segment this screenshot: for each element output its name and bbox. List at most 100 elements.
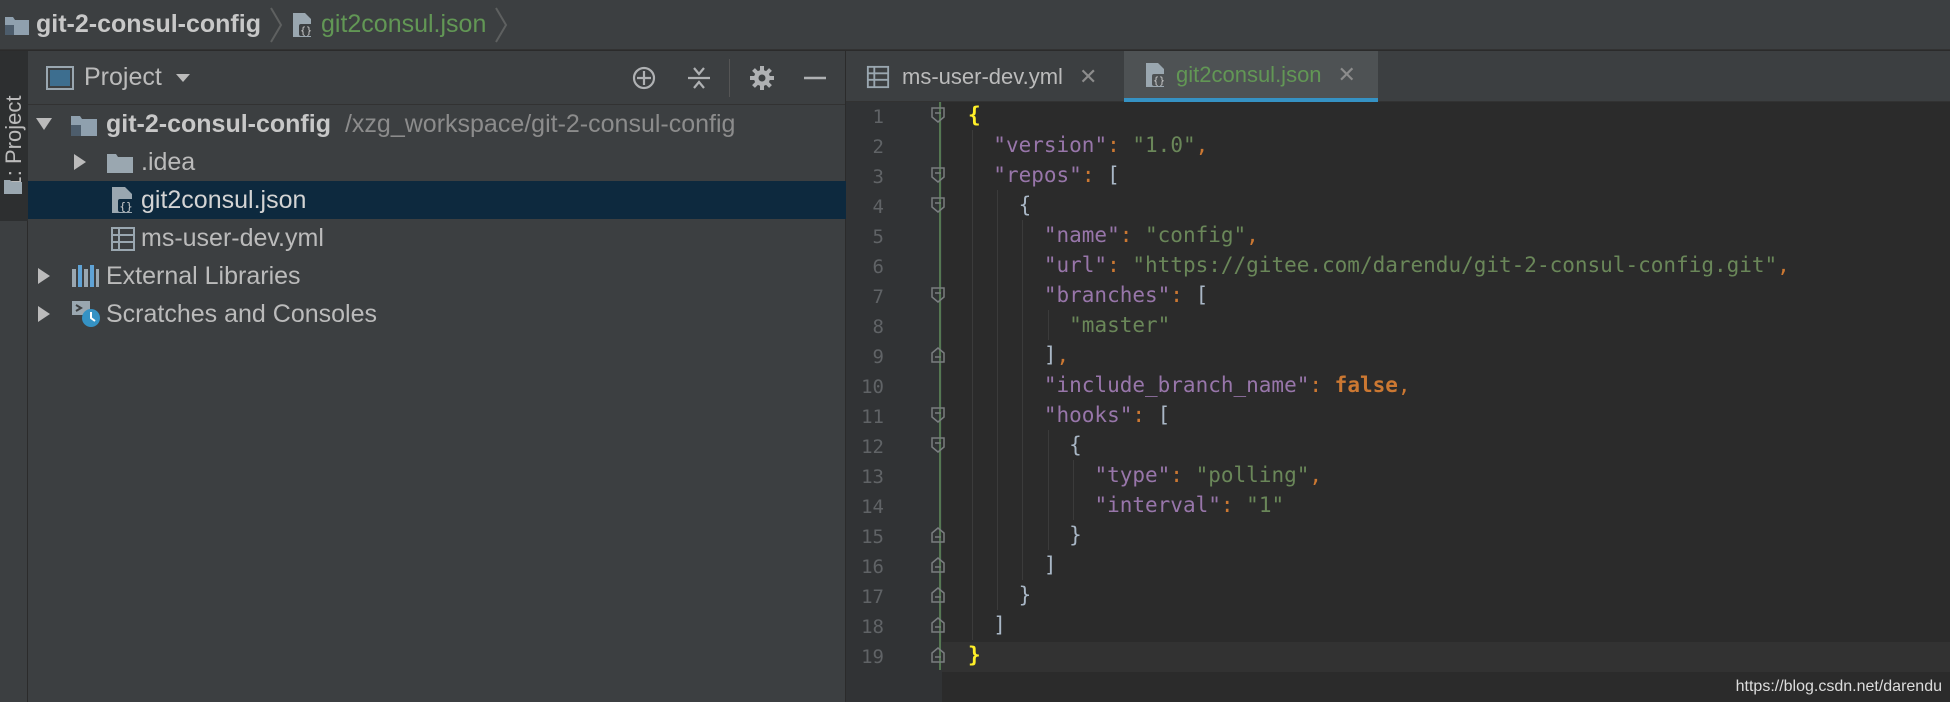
- fold-open-icon[interactable]: [930, 436, 946, 454]
- code-line: "interval": "1": [968, 490, 1284, 520]
- project-panel: Project git-2-consul-config /xzg_workspa…: [28, 51, 846, 702]
- tree-item-scratches[interactable]: Scratches and Consoles: [28, 295, 846, 333]
- tab-git2consul-json[interactable]: {} git2consul.json ✕: [1124, 51, 1378, 102]
- breadcrumb-separator-icon: [270, 6, 283, 43]
- code-token: "include_branch_name": [1043, 373, 1310, 397]
- fold-open-icon[interactable]: [930, 286, 946, 304]
- tab-label: ms-user-dev.yml: [902, 63, 1063, 89]
- project-tool-window-button[interactable]: 1: Project: [0, 51, 28, 221]
- libraries-icon: [72, 265, 99, 287]
- line-number: 15: [861, 526, 884, 548]
- code-line: "version": "1.0",: [968, 130, 1208, 160]
- crosshair-icon: [632, 66, 656, 90]
- code-token: ,: [1246, 223, 1259, 247]
- tree-item-ms-user-dev-yml[interactable]: ms-user-dev.yml: [28, 219, 846, 257]
- collapse-all-icon: [688, 67, 710, 89]
- hide-panel-button[interactable]: [799, 62, 831, 94]
- line-number: 3: [872, 166, 884, 188]
- line-number: 7: [872, 286, 884, 308]
- fold-close-icon[interactable]: [930, 586, 946, 604]
- breadcrumb-separator-icon: [495, 6, 508, 43]
- line-number: 19: [861, 646, 884, 668]
- collapsed-arrow-icon[interactable]: [38, 268, 50, 284]
- ide-window: git-2-consul-config {} git2consul.json 1…: [0, 0, 1950, 702]
- code-token: {: [1069, 433, 1082, 457]
- line-number-gutter: [846, 102, 942, 702]
- code-token: ,: [1056, 343, 1070, 367]
- code-line: ]: [968, 550, 1057, 580]
- expand-arrow-icon[interactable]: [36, 118, 52, 130]
- code-token: "1.0": [1132, 133, 1196, 157]
- fold-close-icon[interactable]: [930, 346, 946, 364]
- line-number: 10: [861, 376, 884, 398]
- code-line: "branches": [: [968, 280, 1208, 310]
- tree-item-git2consul-json[interactable]: {} git2consul.json: [28, 181, 846, 219]
- code-token: "interval": [1094, 493, 1221, 517]
- tree-item-project-root[interactable]: git-2-consul-config/xzg_workspace/git-2-…: [28, 105, 846, 143]
- code-token: }: [968, 643, 981, 667]
- chevron-down-icon[interactable]: [175, 73, 190, 82]
- breadcrumb-item-project[interactable]: git-2-consul-config: [4, 0, 261, 49]
- fold-close-icon[interactable]: [930, 526, 946, 544]
- tab-ms-user-dev-yml[interactable]: ms-user-dev.yml ✕: [846, 51, 1124, 102]
- tree-item-label: .idea: [141, 147, 196, 176]
- code-token: :: [1107, 133, 1133, 157]
- fold-close-icon[interactable]: [930, 646, 946, 664]
- collapse-all-button[interactable]: [683, 62, 715, 94]
- code-editor[interactable]: 1 2 3 4 5 6 7 8 9 10 11 12 13 14 15 16 17 18 19 { "version…: [846, 102, 1950, 702]
- code-token: :: [1220, 493, 1247, 517]
- fold-open-icon[interactable]: [930, 406, 946, 424]
- project-tree: git-2-consul-config/xzg_workspace/git-2-…: [28, 105, 846, 333]
- line-number: 14: [861, 496, 884, 518]
- line-number: 18: [861, 616, 884, 638]
- json-file-icon: {}: [1146, 62, 1166, 87]
- code-token: "repos": [993, 163, 1082, 187]
- project-panel-toolbar: Project: [28, 51, 845, 105]
- code-line: "hooks": [: [968, 400, 1170, 430]
- settings-button[interactable]: [746, 62, 778, 94]
- line-number: 12: [861, 436, 884, 458]
- tree-item-label: Scratches and Consoles: [106, 299, 377, 328]
- project-view-selector[interactable]: Project: [84, 63, 162, 92]
- current-line-highlight: [942, 642, 1950, 672]
- gear-icon: [750, 66, 774, 90]
- fold-close-icon[interactable]: [930, 616, 946, 634]
- code-token: "branches": [1043, 283, 1171, 307]
- code-token: :: [1107, 253, 1133, 277]
- tree-item-external-libraries[interactable]: External Libraries: [28, 257, 846, 295]
- code-token: "config": [1145, 223, 1247, 247]
- code-token: "master": [1069, 313, 1171, 337]
- collapsed-arrow-icon[interactable]: [74, 154, 86, 170]
- fold-open-icon[interactable]: [930, 166, 946, 184]
- locate-file-button[interactable]: [628, 62, 660, 94]
- tree-item-idea[interactable]: .idea: [28, 143, 846, 181]
- code-token: ,: [1309, 463, 1323, 487]
- code-token: "polling": [1195, 463, 1310, 487]
- line-number: 9: [872, 346, 884, 368]
- fold-open-icon[interactable]: [930, 196, 946, 214]
- close-icon[interactable]: ✕: [1338, 62, 1356, 88]
- code-token: {: [1018, 193, 1032, 217]
- project-view-icon: [46, 65, 74, 90]
- code-line: }: [968, 520, 1082, 550]
- yaml-file-icon: [111, 227, 135, 251]
- code-token: "url": [1043, 253, 1108, 277]
- breadcrumb-project-label: git-2-consul-config: [36, 10, 261, 38]
- close-icon[interactable]: ✕: [1079, 64, 1097, 90]
- line-number: 4: [872, 196, 884, 218]
- breadcrumb-item-file[interactable]: {} git2consul.json: [291, 0, 486, 49]
- fold-open-icon[interactable]: [930, 106, 946, 124]
- collapsed-arrow-icon[interactable]: [38, 306, 50, 322]
- code-token: "1": [1246, 493, 1285, 517]
- svg-text:{}: {}: [300, 26, 312, 37]
- fold-close-icon[interactable]: [930, 556, 946, 574]
- line-number: 17: [861, 586, 884, 608]
